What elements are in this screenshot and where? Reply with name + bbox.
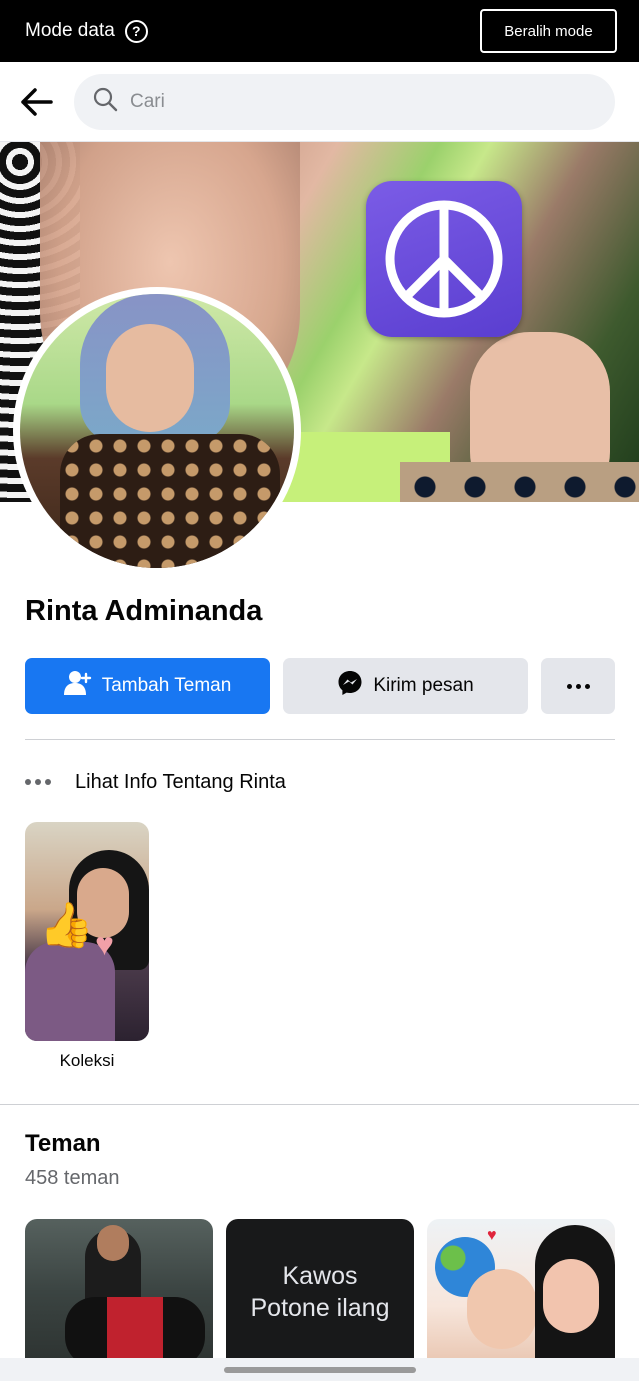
friends-grid: Kawos Potone ilang ♥ [25,1219,615,1364]
featured-collection[interactable]: 👍 ♥ Koleksi [25,822,149,1071]
peace-sign-icon [366,181,522,337]
data-mode-bar: Mode data ? Beralih mode [0,0,639,62]
switch-mode-button[interactable]: Beralih mode [480,9,617,53]
friend-card[interactable]: Kawos Potone ilang [226,1219,414,1364]
collection-label: Koleksi [59,1051,115,1070]
data-mode-label: Mode data [25,20,115,41]
collection-thumbnail: 👍 ♥ [25,822,149,1041]
friends-section-title: Teman [25,1130,101,1157]
profile-avatar[interactable] [13,287,301,575]
data-mode-label-group: Mode data ? [25,19,148,43]
friend-card[interactable]: ♥ [427,1219,615,1364]
messenger-icon [337,670,363,702]
more-horizontal-icon [25,779,53,785]
avatar-photo-detail [60,434,280,568]
search-placeholder: Cari [130,90,165,112]
friend-photo-detail [543,1259,599,1333]
send-message-label: Kirim pesan [373,675,474,696]
thumbs-up-icon: 👍 [39,901,94,950]
search-header: Cari [0,62,639,142]
see-info-link[interactable]: Lihat Info Tentang Rinta [25,765,286,799]
friend-card[interactable] [25,1219,213,1364]
friend-card-text: Kawos Potone ilang [250,1261,390,1322]
avatar-photo-detail [106,324,194,432]
avatar-photo [20,294,294,568]
help-icon[interactable]: ? [124,19,148,43]
send-message-button[interactable]: Kirim pesan [283,658,528,714]
section-divider [25,739,615,740]
profile-page: Mode data ? Beralih mode Cari Rinta Admi… [0,0,639,1381]
heart-icon: ♥ [487,1227,497,1244]
more-options-button[interactable] [541,658,615,714]
friends-count: 458 teman [25,1167,120,1189]
profile-actions: Tambah Teman Kirim pesan [25,658,615,714]
cover-photo-detail [400,462,639,502]
section-divider [0,1104,639,1105]
add-friend-icon [63,670,92,702]
heart-hands-icon: ♥ [95,926,114,962]
search-icon [92,86,118,117]
search-input[interactable]: Cari [74,73,615,130]
add-friend-button[interactable]: Tambah Teman [25,658,270,714]
see-info-label: Lihat Info Tentang Rinta [75,770,286,793]
more-horizontal-icon [566,683,590,689]
profile-name: Rinta Adminanda [25,595,263,627]
add-friend-label: Tambah Teman [101,675,232,696]
home-indicator[interactable] [224,1367,416,1373]
friend-photo-detail [65,1297,205,1364]
back-arrow-icon[interactable] [18,84,54,120]
friend-photo-detail [467,1269,537,1349]
friend-photo-detail [97,1225,129,1261]
